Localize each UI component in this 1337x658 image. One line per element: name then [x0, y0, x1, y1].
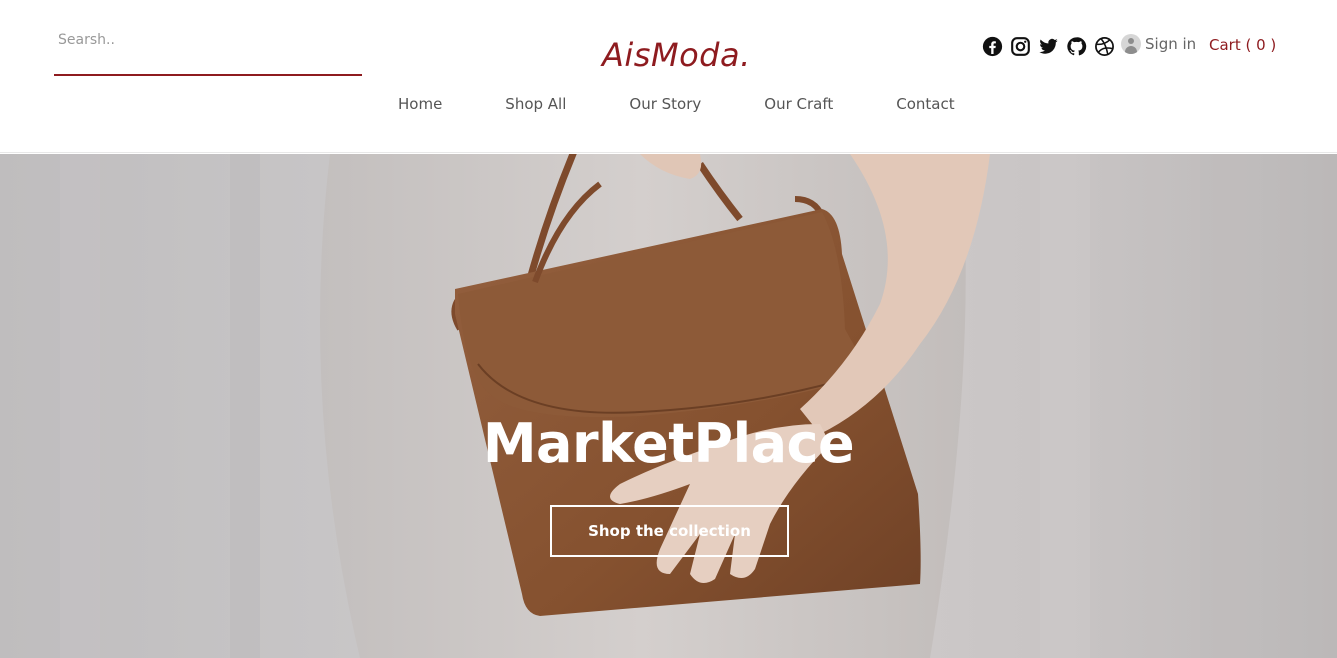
hero-banner: MarketPlace Shop the collection	[0, 154, 1337, 658]
instagram-icon[interactable]	[1010, 36, 1031, 57]
hero-title: MarketPlace	[482, 412, 855, 475]
hero-image	[0, 154, 1337, 658]
shop-collection-button[interactable]: Shop the collection	[550, 505, 789, 557]
facebook-icon[interactable]	[982, 36, 1003, 57]
main-nav: Home Shop All Our Story Our Craft Contac…	[398, 95, 955, 113]
site-logo[interactable]: AisModa.	[602, 36, 751, 74]
sign-in-link[interactable]: Sign in	[1121, 34, 1196, 54]
nav-shop-all[interactable]: Shop All	[505, 95, 566, 113]
cart-link[interactable]: Cart ( 0 )	[1209, 36, 1276, 54]
sign-in-label: Sign in	[1145, 35, 1197, 53]
github-icon[interactable]	[1066, 36, 1087, 57]
nav-our-craft[interactable]: Our Craft	[764, 95, 833, 113]
nav-contact[interactable]: Contact	[896, 95, 954, 113]
twitter-icon[interactable]	[1038, 36, 1059, 57]
nav-home[interactable]: Home	[398, 95, 442, 113]
site-header: AisModa. Home Shop All Our Story Our Cra…	[0, 0, 1337, 153]
search-field[interactable]	[54, 26, 362, 76]
social-links	[982, 36, 1115, 57]
nav-our-story[interactable]: Our Story	[629, 95, 701, 113]
dribbble-icon[interactable]	[1094, 36, 1115, 57]
user-avatar-icon	[1121, 34, 1141, 54]
search-input[interactable]	[54, 26, 362, 74]
